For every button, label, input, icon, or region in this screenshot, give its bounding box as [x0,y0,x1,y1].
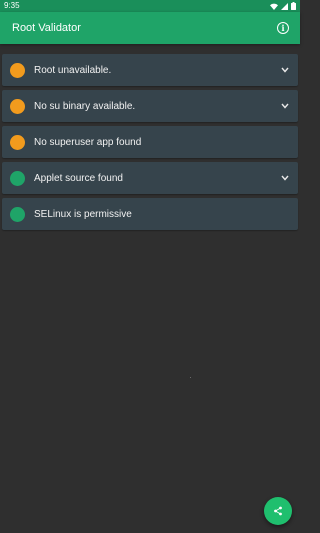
check-item[interactable]: No su binary available. [2,90,298,122]
share-button[interactable] [264,497,292,525]
chevron-down-icon[interactable] [280,173,290,183]
status-time: 9:35 [4,1,20,10]
check-item[interactable]: Applet source found [2,162,298,194]
battery-icon [291,2,296,10]
status-dot-icon [10,62,25,78]
check-label: No su binary available. [34,100,136,112]
status-dot-icon [10,98,25,114]
chevron-down-icon[interactable] [280,101,290,111]
status-dot-icon [10,206,25,222]
check-list: Root unavailable. No su binary available.… [2,54,298,234]
status-icons [270,2,296,10]
status-bar: 9:35 [0,0,300,12]
status-dot-icon [10,134,25,150]
app-title: Root Validator [12,22,81,34]
status-dot-icon [10,170,25,186]
chevron-down-icon[interactable] [280,65,290,75]
check-item[interactable]: Root unavailable. [2,54,298,86]
check-label: Applet source found [34,172,123,184]
info-icon[interactable]: i [277,22,289,34]
check-label: SELinux is permissive [34,208,132,220]
check-label: Root unavailable. [34,64,112,76]
signal-icon [281,2,288,10]
check-label: No superuser app found [34,136,142,148]
share-icon [274,506,282,516]
background-speck [190,377,191,378]
app-bar: Root Validator i [0,12,300,44]
check-item: SELinux is permissive [2,198,298,230]
wifi-icon [270,3,278,10]
check-item: No superuser app found [2,126,298,158]
